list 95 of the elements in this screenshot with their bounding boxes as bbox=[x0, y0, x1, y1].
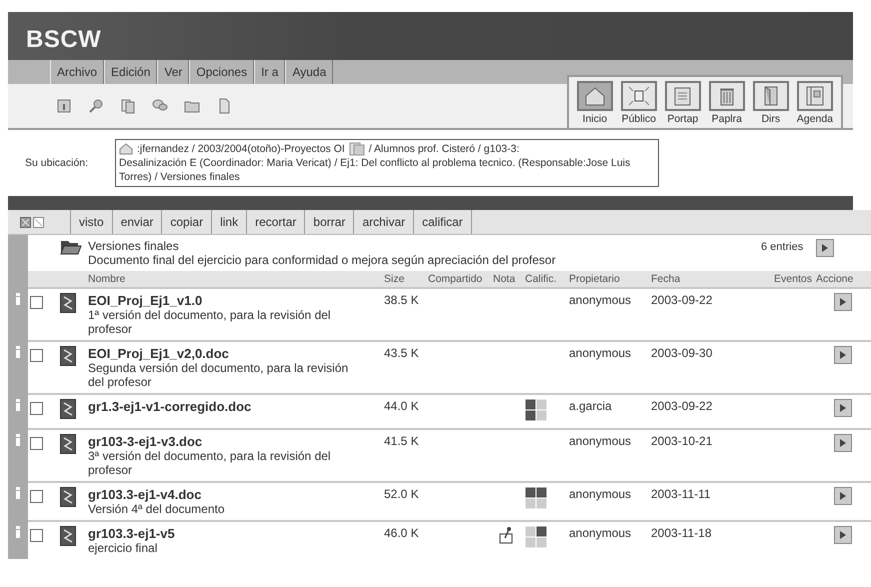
column-header[interactable]: Nombre bbox=[86, 271, 382, 287]
owner: anonymous bbox=[569, 293, 632, 307]
checkbox[interactable] bbox=[30, 529, 43, 542]
owner: a.garcia bbox=[569, 399, 612, 413]
column-header[interactable]: Accione bbox=[814, 271, 871, 287]
checkbox[interactable] bbox=[30, 437, 43, 450]
grade-icon[interactable] bbox=[525, 399, 547, 421]
file-icon[interactable] bbox=[60, 487, 76, 507]
menu-arrow-button[interactable] bbox=[834, 434, 852, 452]
column-header[interactable]: Size bbox=[382, 271, 426, 287]
date: 2003-09-22 bbox=[651, 293, 712, 307]
file-icon[interactable] bbox=[60, 346, 76, 366]
grade-icon[interactable] bbox=[525, 487, 547, 509]
info-icon[interactable] bbox=[56, 98, 72, 114]
column-header[interactable]: Compartido bbox=[426, 271, 491, 287]
column-header[interactable]: Nota bbox=[491, 271, 523, 287]
entry-count: 6 entries bbox=[761, 241, 804, 253]
agenda-icon bbox=[804, 86, 826, 106]
owner: anonymous bbox=[569, 346, 632, 360]
play-icon bbox=[839, 350, 847, 360]
date: 2003-09-22 bbox=[651, 399, 712, 413]
folder-icon bbox=[60, 239, 82, 255]
select-all-icon[interactable] bbox=[20, 216, 31, 228]
column-header[interactable]: Eventos bbox=[759, 271, 814, 287]
home-icon bbox=[584, 86, 606, 106]
play-icon bbox=[839, 403, 847, 413]
play-icon bbox=[839, 530, 847, 540]
logo: BSCW bbox=[26, 26, 102, 54]
action-button[interactable]: copiar bbox=[162, 210, 212, 234]
menu-arrow-button[interactable] bbox=[834, 487, 852, 505]
menu-arrow-button[interactable] bbox=[834, 399, 852, 417]
column-header[interactable]: Propietario bbox=[567, 271, 649, 287]
file-description: 1ª versión del documento, para la revisión del profesor bbox=[88, 308, 332, 336]
owner: anonymous bbox=[569, 487, 632, 501]
file-icon[interactable] bbox=[60, 434, 76, 454]
file-name[interactable]: gr103.3-ej1-v4.doc bbox=[88, 487, 202, 502]
file-size: 52.0 K bbox=[384, 487, 419, 501]
owner: anonymous bbox=[569, 434, 632, 448]
action-button[interactable]: link bbox=[212, 210, 248, 234]
play-icon bbox=[839, 297, 847, 307]
file-name[interactable]: EOI_Proj_Ej1_v2,0.doc bbox=[88, 346, 229, 361]
file-icon[interactable] bbox=[60, 399, 76, 419]
action-button[interactable]: visto bbox=[71, 210, 113, 234]
file-description: 3ª versión del documento, para la revisión del profesor bbox=[88, 449, 332, 477]
file-description: ejercicio final bbox=[88, 541, 158, 555]
file-description: Segunda versión del documento, para la revisión del profesor bbox=[88, 361, 350, 389]
grade-icon[interactable] bbox=[525, 526, 547, 548]
play-icon bbox=[839, 491, 847, 501]
location-label: Su ubicación: bbox=[25, 157, 90, 169]
file-size: 43.5 K bbox=[384, 346, 419, 360]
play-icon bbox=[821, 243, 829, 253]
folder-name: Versiones finales bbox=[88, 239, 179, 253]
documents-icon[interactable] bbox=[120, 98, 136, 114]
date: 2003-10-21 bbox=[651, 434, 712, 448]
menu-arrow-button[interactable] bbox=[834, 346, 852, 364]
checkbox[interactable] bbox=[30, 490, 43, 503]
frame-icon bbox=[628, 86, 650, 106]
checkbox[interactable] bbox=[30, 349, 43, 362]
deselect-icon[interactable] bbox=[33, 216, 44, 228]
date: 2003-09-30 bbox=[651, 346, 712, 360]
file-icon[interactable] bbox=[60, 293, 76, 313]
column-header[interactable]: Fecha bbox=[649, 271, 759, 287]
column-header[interactable]: Calific. bbox=[523, 271, 567, 287]
file-name[interactable]: EOI_Proj_Ej1_v1.0 bbox=[88, 293, 202, 308]
menu-arrow-button[interactable] bbox=[834, 293, 852, 311]
file-name[interactable]: gr1.3-ej1-v1-corregido.doc bbox=[88, 399, 252, 414]
menu-arrow-button[interactable] bbox=[816, 239, 834, 257]
checkbox[interactable] bbox=[30, 296, 43, 309]
search-icon[interactable] bbox=[88, 98, 104, 114]
path-text: Desalinización E (Coordinador: Maria Vericat) / Ej1: Del conflicto al problema tecnico. (Responsable:Jose Luis Torres) / Versiones finales bbox=[119, 156, 632, 184]
file-size: 38.5 K bbox=[384, 293, 419, 307]
folder-icon[interactable] bbox=[348, 142, 365, 156]
owner: anonymous bbox=[569, 526, 632, 540]
action-button[interactable]: archivar bbox=[354, 210, 414, 234]
file-size: 41.5 K bbox=[384, 434, 419, 448]
file-size: 46.0 K bbox=[384, 526, 419, 540]
action-button[interactable]: calificar bbox=[414, 210, 472, 234]
action-button[interactable]: borrar bbox=[305, 210, 354, 234]
file-size: 44.0 K bbox=[384, 399, 419, 413]
date: 2003-11-11 bbox=[651, 487, 711, 501]
note-icon[interactable] bbox=[499, 526, 515, 544]
file-name[interactable]: gr103-3-ej1-v3.doc bbox=[88, 434, 202, 449]
file-description: Versión 4ª del documento bbox=[88, 502, 226, 516]
file-icon[interactable] bbox=[60, 526, 76, 546]
home-icon[interactable] bbox=[119, 143, 133, 155]
checkbox[interactable] bbox=[30, 402, 43, 415]
date: 2003-11-18 bbox=[651, 526, 712, 540]
path-link[interactable]: :jfernandez / 2003/2004(otoño)-Proyectos OI bbox=[137, 142, 345, 156]
menu-arrow-button[interactable] bbox=[834, 526, 852, 544]
file-name[interactable]: gr103.3-ej1-v5 bbox=[88, 526, 175, 541]
action-button[interactable]: enviar bbox=[112, 210, 162, 234]
action-button[interactable]: recortar bbox=[247, 210, 306, 234]
play-icon bbox=[839, 438, 847, 448]
folder-description: Documento final del ejercicio para conformidad o mejora según apreciación del profesor bbox=[88, 253, 556, 267]
path-link[interactable]: / Alumnos prof. Cisteró / g103-3: bbox=[368, 142, 520, 156]
